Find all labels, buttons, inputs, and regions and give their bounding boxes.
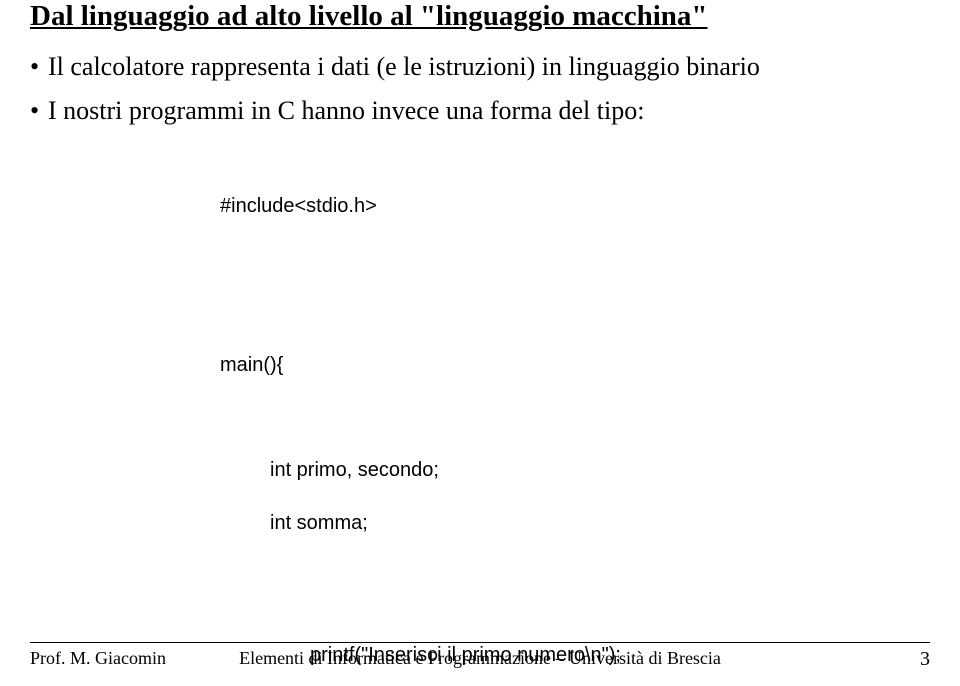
code-line-decl2: int somma;	[270, 510, 930, 536]
bullet-item-2: I nostri programmi in C hanno invece una…	[30, 96, 930, 126]
footer-course: Elementi di Informatica e Programmazione…	[0, 648, 960, 669]
code-block: #include<stdio.h> main(){ int primo, sec…	[220, 140, 930, 686]
footer-rule	[30, 642, 930, 643]
bullet-item-1: Il calcolatore rappresenta i dati (e le …	[30, 52, 930, 82]
bullet-list: Il calcolatore rappresenta i dati (e le …	[30, 52, 930, 126]
footer-page-number: 3	[920, 648, 930, 671]
slide-footer: Prof. M. Giacomin Elementi di Informatic…	[0, 642, 960, 678]
code-line-decl1: int primo, secondo;	[270, 457, 930, 483]
slide-title: Dal linguaggio ad alto livello al "lingu…	[30, 0, 930, 33]
code-line-main: main(){	[220, 352, 930, 378]
slide-page: Dal linguaggio ad alto livello al "lingu…	[0, 0, 960, 686]
code-line-include: #include<stdio.h>	[220, 193, 930, 219]
